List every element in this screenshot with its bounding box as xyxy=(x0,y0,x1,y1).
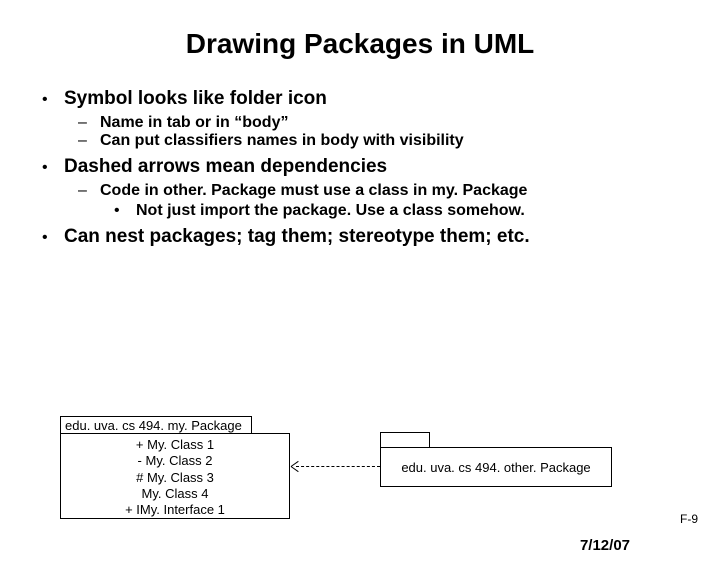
dash-icon: – xyxy=(78,114,100,132)
slide-content: • Symbol looks like folder icon – Name i… xyxy=(0,88,720,248)
class-item: + My. Class 1 xyxy=(61,437,289,453)
package2-tab xyxy=(380,432,430,448)
bullet-text: Dashed arrows mean dependencies xyxy=(64,156,387,178)
bullet-text: Symbol looks like folder icon xyxy=(64,88,327,110)
bullet-icon: • xyxy=(42,91,64,109)
bullet-text: Can nest packages; tag them; stereotype … xyxy=(64,226,530,248)
subbullet-text: Name in tab or in “body” xyxy=(100,114,288,132)
class-item: + IMy. Interface 1 xyxy=(61,502,289,518)
dependency-arrow-head-icon xyxy=(291,460,303,472)
slide-title: Drawing Packages in UML xyxy=(0,28,720,60)
package2-body: edu. uva. cs 494. other. Package xyxy=(380,447,612,487)
class-item: - My. Class 2 xyxy=(61,453,289,469)
package1-body: + My. Class 1 - My. Class 2 # My. Class … xyxy=(60,433,290,519)
slide-number: F-9 xyxy=(680,512,698,526)
subbullet-text: Can put classifiers names in body with v… xyxy=(100,132,464,150)
bullet-icon: • xyxy=(42,159,64,177)
bullet-icon: • xyxy=(42,229,64,247)
class-item: My. Class 4 xyxy=(61,486,289,502)
dash-icon: – xyxy=(78,132,100,150)
dash-icon: – xyxy=(78,182,100,200)
class-item: # My. Class 3 xyxy=(61,470,289,486)
subsubbullet-text: Not just import the package. Use a class… xyxy=(136,202,525,220)
dependency-arrow-line xyxy=(296,466,380,467)
uml-diagram: edu. uva. cs 494. my. Package + My. Clas… xyxy=(48,416,668,531)
package1-tab: edu. uva. cs 494. my. Package xyxy=(60,416,252,434)
bullet-icon: • xyxy=(114,202,136,220)
subbullet-text: Code in other. Package must use a class … xyxy=(100,182,527,200)
